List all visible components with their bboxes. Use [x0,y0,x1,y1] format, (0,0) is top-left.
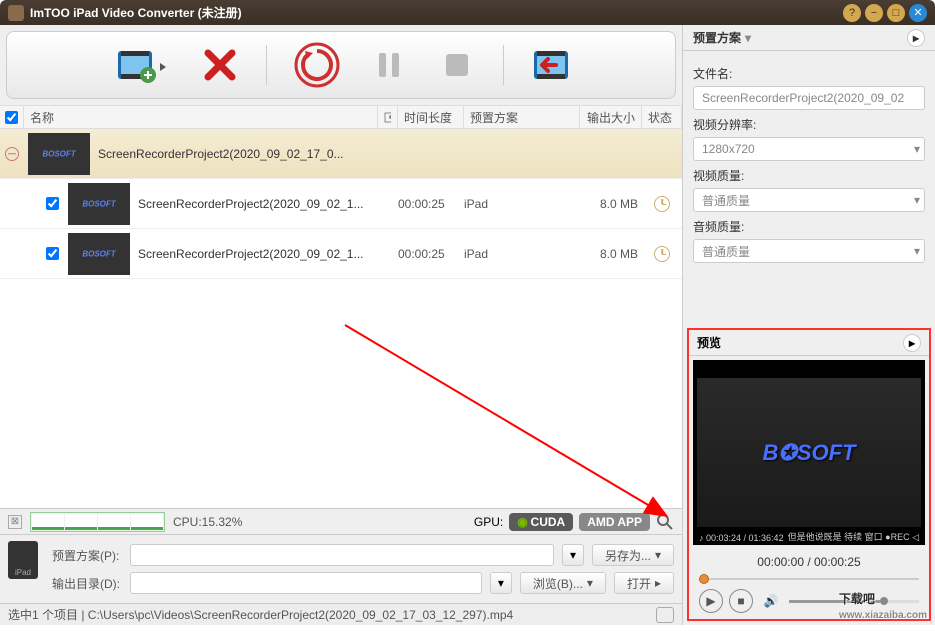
convert-button[interactable] [291,39,343,91]
thumbnail [68,183,130,225]
col-preset[interactable]: 预置方案 [464,106,580,128]
cuda-badge[interactable]: ◉ CUDA [509,513,573,531]
output-field[interactable] [130,572,482,594]
col-status[interactable]: 状态 [642,106,682,128]
bottom-panel: 预置方案(P): ▾ 另存为... ▾ 输出目录(D): ▾ 浏览(B)... … [0,534,682,603]
status-button[interactable] [656,607,674,623]
panel-collapse-button[interactable]: ▸ [907,29,925,47]
window-title: ImTOO iPad Video Converter (未注册) [30,4,843,21]
file-name: ScreenRecorderProject2(2020_09_02_17_0..… [94,147,398,161]
play-button[interactable]: ▶ [699,589,723,613]
cpu-label: CPU:15.32% [173,515,242,529]
help-button[interactable]: ? [843,4,861,22]
maximize-button[interactable]: □ [887,4,905,22]
device-icon [8,541,38,579]
app-icon [8,5,24,21]
statusbar: 选中1 个项目 | C:\Users\pc\Videos\ScreenRecor… [0,603,682,625]
gpu-label: GPU: [474,515,503,529]
col-duration[interactable]: 时间长度 [398,106,464,128]
remove-row-icon[interactable]: ⊠ [8,515,22,529]
status-text: 选中1 个项目 | C:\Users\pc\Videos\ScreenRecor… [8,606,513,623]
preview-header: 预览 ▸ [689,330,929,356]
titlebar: ImTOO iPad Video Converter (未注册) ? − □ ✕ [0,0,935,25]
preview-time: 00:00:00 / 00:00:25 [689,549,929,575]
volume-button[interactable]: 🔊 [759,589,783,613]
browse-button[interactable]: 浏览(B)... ▾ [520,572,606,594]
amd-badge[interactable]: AMD APP [579,513,650,531]
file-list: ScreenRecorderProject2(2020_09_02_17_0..… [0,129,682,508]
file-name: ScreenRecorderProject2(2020_09_02_1... [134,247,398,261]
list-item[interactable]: ScreenRecorderProject2(2020_09_02_1... 0… [0,229,682,279]
row-checkbox[interactable] [46,247,59,260]
thumbnail [28,133,90,175]
cpu-bar: ⊠ CPU:15.32% GPU: ◉ CUDA AMD APP [0,508,682,534]
zoom-icon[interactable] [656,513,674,531]
resolution-field[interactable]: 1280x720▾ [693,137,925,161]
collapse-icon[interactable] [5,147,19,161]
audio-quality-label: 音频质量: [693,218,925,235]
output-dropdown[interactable]: ▾ [490,572,512,594]
filename-field[interactable]: ScreenRecorderProject2(2020_09_02 [693,86,925,110]
col-size[interactable]: 输出大小 [580,106,642,128]
pause-button[interactable] [367,43,411,87]
audio-quality-field[interactable]: 普通质量▾ [693,239,925,263]
resolution-label: 视频分辨率: [693,116,925,133]
output-label: 输出目录(D): [52,575,122,592]
add-file-button[interactable] [110,43,174,87]
row-checkbox[interactable] [46,197,59,210]
close-button[interactable]: ✕ [909,4,927,22]
cpu-graph [30,512,165,532]
video-quality-label: 视频质量: [693,167,925,184]
preview-collapse-button[interactable]: ▸ [903,334,921,352]
preview-panel: 预览 ▸ B✪SOFT ♪ 00:03:24 / 01:36:42 但是他说既是… [687,328,931,621]
video-quality-field[interactable]: 普通质量▾ [693,188,925,212]
properties-panel: 文件名: ScreenRecorderProject2(2020_09_02 视… [683,51,935,271]
select-all-checkbox[interactable] [5,111,18,124]
main-toolbar [6,31,676,99]
col-name[interactable]: 名称 [24,106,378,128]
pending-icon [654,196,670,212]
volume-slider[interactable] [789,600,919,603]
stop-button[interactable] [435,43,479,87]
thumbnail [68,233,130,275]
preset-dropdown[interactable]: ▾ [562,544,584,566]
list-item[interactable]: ScreenRecorderProject2(2020_09_02_1... 0… [0,179,682,229]
filename-label: 文件名: [693,65,925,82]
list-item[interactable]: ScreenRecorderProject2(2020_09_02_17_0..… [0,129,682,179]
col-snapshot-icon[interactable] [378,106,398,128]
pending-icon [654,246,670,262]
remove-button[interactable] [198,43,242,87]
output-button[interactable] [528,43,572,87]
preset-field[interactable] [130,544,554,566]
minimize-button[interactable]: − [865,4,883,22]
list-header: 名称 时间长度 预置方案 输出大小 状态 [0,105,682,129]
preview-seek-slider[interactable] [699,575,919,583]
file-name: ScreenRecorderProject2(2020_09_02_1... [134,197,398,211]
preset-panel-header: 预置方案 ▾ ▸ [683,25,935,51]
window-buttons: ? − □ ✕ [843,4,927,22]
stop-preview-button[interactable]: ■ [729,589,753,613]
open-button[interactable]: 打开 ▸ [614,572,674,594]
preview-video[interactable]: B✪SOFT ♪ 00:03:24 / 01:36:42 但是他说既是 待续 窗… [693,360,925,545]
preview-controls: ▶ ■ 🔊 [689,583,929,619]
preset-label: 预置方案(P): [52,547,122,564]
saveas-button[interactable]: 另存为... ▾ [592,544,674,566]
